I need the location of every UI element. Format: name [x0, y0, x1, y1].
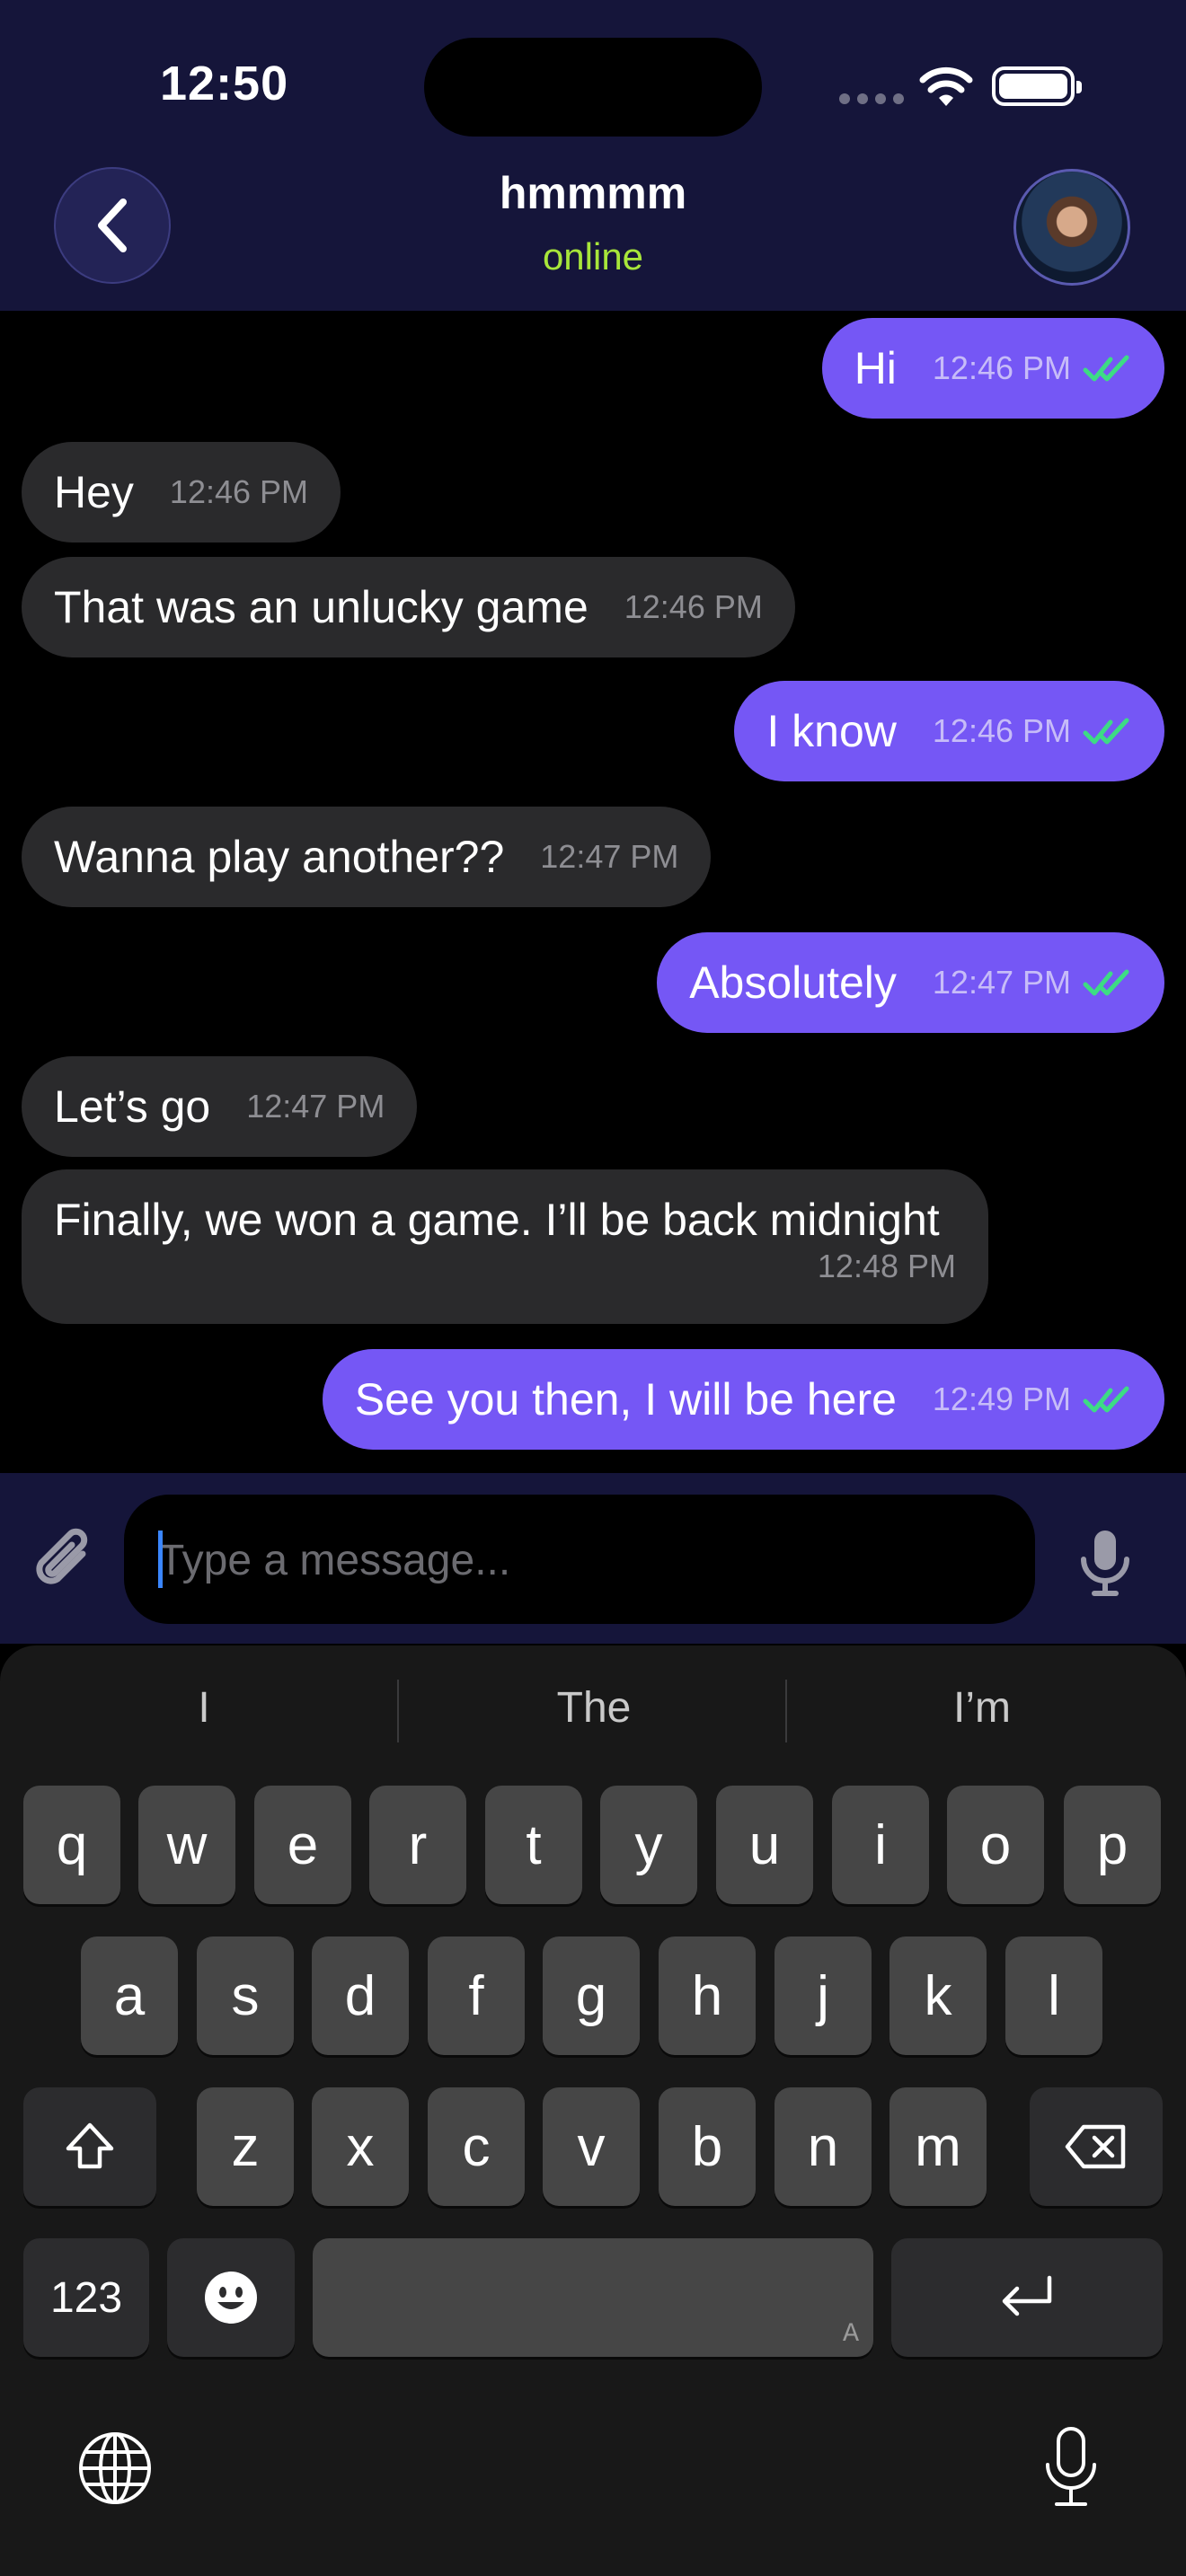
key-t[interactable]: t	[485, 1786, 582, 1904]
message-time: 12:47 PM	[932, 964, 1071, 1001]
emoji-icon	[205, 2272, 257, 2324]
message-text: Absolutely	[689, 957, 897, 1008]
message-input[interactable]	[156, 1495, 969, 1626]
key-x[interactable]: x	[312, 2087, 409, 2206]
key-p[interactable]: p	[1064, 1786, 1161, 1904]
message-time: 12:46 PM	[932, 349, 1071, 386]
message-text: Hey	[54, 467, 134, 517]
message-bubble-incoming[interactable]: Let’s go 12:47 PM	[22, 1056, 418, 1157]
key-k[interactable]: k	[890, 1936, 987, 2055]
message-bubble-outgoing[interactable]: I know 12:46 PM	[734, 681, 1164, 781]
message-bubble-incoming[interactable]: Finally, we won a game. I’ll be back mid…	[22, 1169, 988, 1324]
microphone-icon[interactable]	[1076, 1527, 1134, 1599]
message-time: 12:47 PM	[246, 1088, 385, 1125]
cellular-signal-icon	[839, 93, 904, 104]
paperclip-icon[interactable]	[32, 1527, 95, 1595]
key-q[interactable]: q	[23, 1786, 120, 1904]
key-n[interactable]: n	[774, 2087, 872, 2206]
delete-backward-icon	[1065, 2124, 1126, 2169]
dynamic-island	[424, 38, 762, 137]
read-receipt-icon	[1083, 969, 1129, 996]
key-w[interactable]: w	[138, 1786, 235, 1904]
suggestion-1[interactable]: I	[11, 1683, 397, 1733]
key-o[interactable]: o	[947, 1786, 1044, 1904]
text-caret	[158, 1531, 163, 1588]
key-e[interactable]: e	[254, 1786, 351, 1904]
message-time: 12:47 PM	[540, 838, 679, 875]
read-receipt-icon	[1083, 718, 1129, 745]
key-u[interactable]: u	[716, 1786, 813, 1904]
message-text: Wanna play another??	[54, 832, 505, 882]
message-bubble-incoming[interactable]: Wanna play another?? 12:47 PM	[22, 807, 712, 907]
message-text: See you then, I will be here	[354, 1374, 897, 1425]
message-bubble-outgoing[interactable]: Absolutely 12:47 PM	[657, 932, 1164, 1033]
shift-icon	[66, 2122, 114, 2169]
suggestion-divider	[785, 1680, 787, 1742]
message-time: 12:49 PM	[932, 1381, 1071, 1417]
emoji-key[interactable]	[167, 2238, 295, 2357]
key-g[interactable]: g	[543, 1936, 640, 2055]
message-time: 12:46 PM	[932, 712, 1071, 749]
read-receipt-icon	[1083, 355, 1129, 382]
key-s[interactable]: s	[197, 1936, 294, 2055]
suggestion-3[interactable]: I’m	[789, 1683, 1175, 1733]
globe-icon[interactable]	[77, 2430, 153, 2506]
read-receipt-icon	[1083, 1386, 1129, 1413]
suggestion-divider	[397, 1680, 399, 1742]
message-text: Finally, we won a game. I’ll be back mid…	[54, 1195, 940, 1245]
message-text: I know	[766, 706, 897, 756]
message-text: Let’s go	[54, 1081, 211, 1132]
key-y[interactable]: y	[600, 1786, 697, 1904]
key-b[interactable]: b	[659, 2087, 756, 2206]
key-r[interactable]: r	[369, 1786, 466, 1904]
message-text: That was an unlucky game	[54, 582, 589, 632]
key-c[interactable]: c	[428, 2087, 525, 2206]
backspace-key[interactable]	[1030, 2087, 1163, 2206]
return-key[interactable]	[891, 2238, 1163, 2357]
key-j[interactable]: j	[774, 1936, 872, 2055]
space-key-hint: A	[842, 2319, 859, 2350]
key-i[interactable]: i	[832, 1786, 929, 1904]
wifi-icon	[919, 66, 973, 106]
message-bubble-incoming[interactable]: Hey 12:46 PM	[22, 442, 341, 543]
message-input-container[interactable]	[124, 1495, 1035, 1626]
contact-avatar[interactable]	[1013, 169, 1130, 286]
key-h[interactable]: h	[659, 1936, 756, 2055]
key-f[interactable]: f	[428, 1936, 525, 2055]
message-text: Hi	[854, 343, 897, 393]
key-d[interactable]: d	[312, 1936, 409, 2055]
key-a[interactable]: a	[81, 1936, 178, 2055]
message-bubble-outgoing[interactable]: Hi 12:46 PM	[821, 318, 1164, 419]
key-m[interactable]: m	[890, 2087, 987, 2206]
message-time: 12:46 PM	[624, 588, 763, 625]
battery-icon	[992, 66, 1082, 106]
message-bubble-outgoing[interactable]: See you then, I will be here 12:49 PM	[322, 1349, 1164, 1450]
numbers-key[interactable]: 123	[23, 2238, 149, 2357]
space-key[interactable]: A	[313, 2238, 873, 2357]
message-time: 12:46 PM	[169, 473, 309, 510]
message-bubble-incoming[interactable]: That was an unlucky game 12:46 PM	[22, 557, 795, 657]
key-v[interactable]: v	[543, 2087, 640, 2206]
dictation-microphone-icon[interactable]	[1042, 2425, 1100, 2511]
status-time: 12:50	[160, 57, 289, 110]
online-status: online	[542, 235, 644, 278]
key-l[interactable]: l	[1005, 1936, 1102, 2055]
suggestion-2[interactable]: The	[401, 1683, 787, 1733]
key-z[interactable]: z	[197, 2087, 294, 2206]
numbers-key-label: 123	[49, 2273, 123, 2322]
message-time: 12:48 PM	[817, 1248, 956, 1284]
contact-name[interactable]: hmmmm	[0, 167, 1186, 219]
return-icon	[1002, 2275, 1052, 2316]
shift-key[interactable]	[23, 2087, 156, 2206]
